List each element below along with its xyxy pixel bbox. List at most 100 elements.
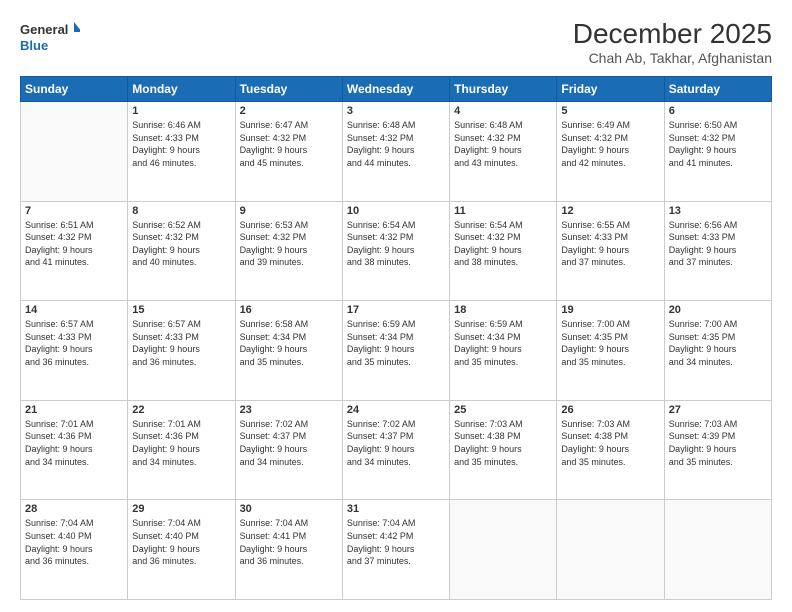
weekday-header-cell: Monday [128, 77, 235, 102]
day-number: 18 [454, 304, 552, 316]
day-info: Sunrise: 6:48 AM Sunset: 4:32 PM Dayligh… [347, 119, 445, 169]
day-info: Sunrise: 7:03 AM Sunset: 4:39 PM Dayligh… [669, 418, 767, 468]
day-number: 27 [669, 404, 767, 416]
day-number: 22 [132, 404, 230, 416]
day-number: 7 [25, 205, 123, 217]
calendar-cell: 4Sunrise: 6:48 AM Sunset: 4:32 PM Daylig… [450, 102, 557, 202]
day-info: Sunrise: 7:04 AM Sunset: 4:40 PM Dayligh… [132, 517, 230, 567]
day-number: 17 [347, 304, 445, 316]
calendar-cell: 1 Sunrise: 6:46 AM Sunset: 4:33 PM Daylig… [128, 102, 235, 202]
calendar-cell: 19 Sunrise: 7:00 AM Sunset: 4:35 PM Dayli… [557, 301, 664, 401]
calendar-cell: 21Sunrise: 7:01 AM Sunset: 4:36 PM Dayli… [21, 400, 128, 500]
calendar-cell: 8Sunrise: 6:52 AM Sunset: 4:32 PM Daylig… [128, 201, 235, 301]
day-number: 20 [669, 304, 767, 316]
day-info: Sunrise: 7:03 AM Sunset: 4:38 PM Dayligh… [561, 418, 659, 468]
calendar-table: SundayMondayTuesdayWednesdayThursdayFrid… [20, 76, 772, 600]
calendar-cell: 23 Sunrise: 7:02 AM Sunset: 4:37 PM Dayli… [235, 400, 342, 500]
calendar-cell: 28Sunrise: 7:04 AM Sunset: 4:40 PM Dayli… [21, 500, 128, 600]
calendar-cell: 15Sunrise: 6:57 AM Sunset: 4:33 PM Dayli… [128, 301, 235, 401]
logo-svg: General Blue [20, 18, 80, 56]
day-number: 21 [25, 404, 123, 416]
title-block: December 2025 Chah Ab, Takhar, Afghanist… [573, 18, 772, 66]
day-number: 25 [454, 404, 552, 416]
weekday-header-cell: Sunday [21, 77, 128, 102]
day-info: Sunrise: 7:03 AM Sunset: 4:38 PM Dayligh… [454, 418, 552, 468]
day-number: 2 [240, 105, 338, 117]
logo: General Blue [20, 18, 80, 56]
day-number: 1 [132, 105, 230, 117]
weekday-header-cell: Thursday [450, 77, 557, 102]
page: General Blue December 2025 Chah Ab, Takh… [0, 0, 792, 612]
day-number: 23 [240, 404, 338, 416]
day-number: 19 [561, 304, 659, 316]
calendar-cell: 27 Sunrise: 7:03 AM Sunset: 4:39 PM Dayli… [664, 400, 771, 500]
calendar-cell: 14 Sunrise: 6:57 AM Sunset: 4:33 PM Dayli… [21, 301, 128, 401]
calendar-cell: 17 Sunrise: 6:59 AM Sunset: 4:34 PM Dayli… [342, 301, 449, 401]
calendar-cell: 2 Sunrise: 6:47 AM Sunset: 4:32 PM Daylig… [235, 102, 342, 202]
calendar-cell: 13 Sunrise: 6:56 AM Sunset: 4:33 PM Dayli… [664, 201, 771, 301]
day-number: 6 [669, 105, 767, 117]
day-info: Sunrise: 7:04 AM Sunset: 4:42 PM Dayligh… [347, 517, 445, 567]
weekday-header-cell: Saturday [664, 77, 771, 102]
weekday-header-cell: Friday [557, 77, 664, 102]
day-info: Sunrise: 6:54 AM Sunset: 4:32 PM Dayligh… [347, 219, 445, 269]
calendar-cell: 6Sunrise: 6:50 AM Sunset: 4:32 PM Daylig… [664, 102, 771, 202]
weekday-header-cell: Tuesday [235, 77, 342, 102]
calendar-cell: 18Sunrise: 6:59 AM Sunset: 4:34 PM Dayli… [450, 301, 557, 401]
calendar-cell [664, 500, 771, 600]
calendar-cell: 12 Sunrise: 6:55 AM Sunset: 4:33 PM Dayli… [557, 201, 664, 301]
day-info: Sunrise: 6:51 AM Sunset: 4:32 PM Dayligh… [25, 219, 123, 269]
svg-text:General: General [20, 22, 68, 37]
calendar-cell: 31 Sunrise: 7:04 AM Sunset: 4:42 PM Dayli… [342, 500, 449, 600]
day-info: Sunrise: 6:54 AM Sunset: 4:32 PM Dayligh… [454, 219, 552, 269]
calendar-week-row: 1 Sunrise: 6:46 AM Sunset: 4:33 PM Daylig… [21, 102, 772, 202]
day-number: 29 [132, 503, 230, 515]
calendar-cell: 9 Sunrise: 6:53 AM Sunset: 4:32 PM Daylig… [235, 201, 342, 301]
calendar-cell: 11 Sunrise: 6:54 AM Sunset: 4:32 PM Dayli… [450, 201, 557, 301]
day-info: Sunrise: 6:49 AM Sunset: 4:32 PM Dayligh… [561, 119, 659, 169]
day-info: Sunrise: 7:02 AM Sunset: 4:37 PM Dayligh… [347, 418, 445, 468]
day-number: 4 [454, 105, 552, 117]
day-info: Sunrise: 7:02 AM Sunset: 4:37 PM Dayligh… [240, 418, 338, 468]
day-info: Sunrise: 6:46 AM Sunset: 4:33 PM Dayligh… [132, 119, 230, 169]
day-number: 14 [25, 304, 123, 316]
calendar-cell: 25 Sunrise: 7:03 AM Sunset: 4:38 PM Dayli… [450, 400, 557, 500]
day-info: Sunrise: 6:59 AM Sunset: 4:34 PM Dayligh… [347, 318, 445, 368]
calendar-cell: 26 Sunrise: 7:03 AM Sunset: 4:38 PM Dayli… [557, 400, 664, 500]
day-info: Sunrise: 6:55 AM Sunset: 4:33 PM Dayligh… [561, 219, 659, 269]
svg-text:Blue: Blue [20, 38, 48, 53]
calendar-cell: 20 Sunrise: 7:00 AM Sunset: 4:35 PM Dayli… [664, 301, 771, 401]
calendar-week-row: 21Sunrise: 7:01 AM Sunset: 4:36 PM Dayli… [21, 400, 772, 500]
day-info: Sunrise: 6:58 AM Sunset: 4:34 PM Dayligh… [240, 318, 338, 368]
day-number: 11 [454, 205, 552, 217]
day-info: Sunrise: 7:04 AM Sunset: 4:40 PM Dayligh… [25, 517, 123, 567]
header: General Blue December 2025 Chah Ab, Takh… [20, 18, 772, 66]
day-number: 13 [669, 205, 767, 217]
calendar-cell: 29 Sunrise: 7:04 AM Sunset: 4:40 PM Dayli… [128, 500, 235, 600]
calendar-cell: 7 Sunrise: 6:51 AM Sunset: 4:32 PM Daylig… [21, 201, 128, 301]
day-info: Sunrise: 6:53 AM Sunset: 4:32 PM Dayligh… [240, 219, 338, 269]
calendar-cell: 30Sunrise: 7:04 AM Sunset: 4:41 PM Dayli… [235, 500, 342, 600]
day-number: 9 [240, 205, 338, 217]
calendar-cell [21, 102, 128, 202]
day-number: 12 [561, 205, 659, 217]
day-number: 10 [347, 205, 445, 217]
day-number: 15 [132, 304, 230, 316]
calendar-cell: 10 Sunrise: 6:54 AM Sunset: 4:32 PM Dayli… [342, 201, 449, 301]
day-info: Sunrise: 7:00 AM Sunset: 4:35 PM Dayligh… [561, 318, 659, 368]
location-title: Chah Ab, Takhar, Afghanistan [573, 50, 772, 66]
calendar-cell: 5 Sunrise: 6:49 AM Sunset: 4:32 PM Daylig… [557, 102, 664, 202]
calendar-cell [557, 500, 664, 600]
weekday-header-row: SundayMondayTuesdayWednesdayThursdayFrid… [21, 77, 772, 102]
day-info: Sunrise: 7:00 AM Sunset: 4:35 PM Dayligh… [669, 318, 767, 368]
day-number: 8 [132, 205, 230, 217]
calendar-body: 1 Sunrise: 6:46 AM Sunset: 4:33 PM Daylig… [21, 102, 772, 600]
day-info: Sunrise: 7:04 AM Sunset: 4:41 PM Dayligh… [240, 517, 338, 567]
day-info: Sunrise: 6:57 AM Sunset: 4:33 PM Dayligh… [25, 318, 123, 368]
day-number: 5 [561, 105, 659, 117]
day-number: 31 [347, 503, 445, 515]
day-info: Sunrise: 6:47 AM Sunset: 4:32 PM Dayligh… [240, 119, 338, 169]
day-number: 16 [240, 304, 338, 316]
day-info: Sunrise: 6:56 AM Sunset: 4:33 PM Dayligh… [669, 219, 767, 269]
day-number: 26 [561, 404, 659, 416]
